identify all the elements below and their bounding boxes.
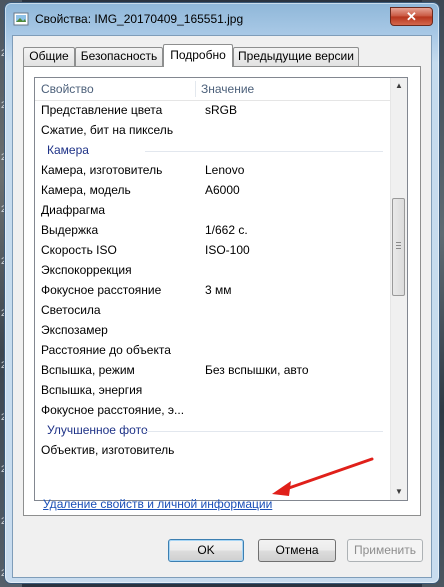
group-divider [145,431,383,432]
group-header: Камера [35,140,391,160]
column-header-value[interactable]: Значение [201,82,254,96]
group-label: Улучшенное фото [47,423,148,437]
property-name: Сжатие, бит на пиксель [41,123,174,137]
property-name: Светосила [41,303,101,317]
close-icon: ✕ [406,9,417,24]
property-row[interactable]: Вспышка, режим Без вспышки, авто [35,360,391,380]
property-row[interactable]: Камера, модель A6000 [35,180,391,200]
dialog-body: Общие Безопасность Подробно Предыдущие в… [12,35,432,578]
column-header-property[interactable]: Свойство [41,82,94,96]
property-row[interactable]: Камера, изготовитель Lenovo [35,160,391,180]
column-separator[interactable] [195,81,196,97]
properties-dialog: Свойства: IMG_20170409_165551.jpg ✕ Общи… [4,2,440,584]
scrollbar-thumb[interactable] [392,198,405,296]
property-name: Фокусное расстояние, э... [41,403,185,417]
ok-button[interactable]: OK [168,539,244,562]
property-row[interactable]: Представление цвета sRGB [35,100,391,120]
property-value: Lenovo [205,163,245,177]
property-value: Без вспышки, авто [205,363,309,377]
property-row[interactable]: Фокусное расстояние, э... [35,400,391,420]
property-value: A6000 [205,183,240,197]
property-row[interactable]: Объектив, изготовитель [35,440,391,460]
property-value: 1/662 с. [205,223,248,237]
property-name: Объектив, изготовитель [41,443,175,457]
property-name: Камера, изготовитель [41,163,163,177]
property-name: Диафрагма [41,203,106,217]
scroll-down-arrow-icon[interactable]: ▼ [391,484,407,500]
property-name: Вспышка, режим [41,363,135,377]
property-name: Камера, модель [41,183,131,197]
tab-previous-versions[interactable]: Предыдущие версии [233,47,359,66]
property-name: Фокусное расстояние [41,283,162,297]
image-file-icon [13,12,29,26]
property-row[interactable]: Выдержка 1/662 с. [35,220,391,240]
tab-details[interactable]: Подробно [163,44,233,67]
group-divider [145,151,383,152]
list-header: Свойство Значение [35,78,391,101]
details-panel: Свойство Значение Представление цвета sRG… [23,66,421,516]
close-button[interactable]: ✕ [390,7,433,26]
property-row[interactable]: Экспозамер [35,320,391,340]
scroll-up-arrow-icon[interactable]: ▲ [391,78,407,94]
group-label: Камера [47,143,89,157]
remove-properties-link[interactable]: Удаление свойств и личной информации [43,497,272,511]
property-row[interactable]: Диафрагма [35,200,391,220]
property-name: Вспышка, энергия [41,383,143,397]
tab-general[interactable]: Общие [23,47,75,66]
window-title: Свойства: IMG_20170409_165551.jpg [35,12,244,26]
cancel-button[interactable]: Отмена [258,539,336,562]
property-value: 3 мм [205,283,232,297]
group-header: Улучшенное фото [35,420,391,440]
property-row[interactable]: Скорость ISO ISO-100 [35,240,391,260]
property-row[interactable]: Экспокоррекция [35,260,391,280]
list-rows: Представление цвета sRGB Сжатие, бит на пи… [35,100,391,500]
property-name: Экспокоррекция [41,263,132,277]
property-value: sRGB [205,103,238,117]
property-name: Расстояние до объекта [41,343,171,357]
property-name: Выдержка [41,223,99,237]
property-row[interactable]: Расстояние до объекта [35,340,391,360]
grip-icon [396,242,401,251]
property-value: ISO-100 [205,243,250,257]
property-name: Скорость ISO [41,243,117,257]
tab-security[interactable]: Безопасность [75,47,163,66]
property-row[interactable]: Фокусное расстояние 3 мм [35,280,391,300]
apply-button[interactable]: Применить [347,539,423,562]
property-row[interactable]: Вспышка, энергия [35,380,391,400]
property-name: Представление цвета [41,103,163,117]
property-row[interactable]: Сжатие, бит на пиксель [35,120,391,140]
vertical-scrollbar[interactable]: ▲ ▼ [390,78,407,500]
property-row[interactable]: Светосила [35,300,391,320]
property-name: Экспозамер [41,323,108,337]
properties-list[interactable]: Свойство Значение Представление цвета sRG… [34,77,408,501]
